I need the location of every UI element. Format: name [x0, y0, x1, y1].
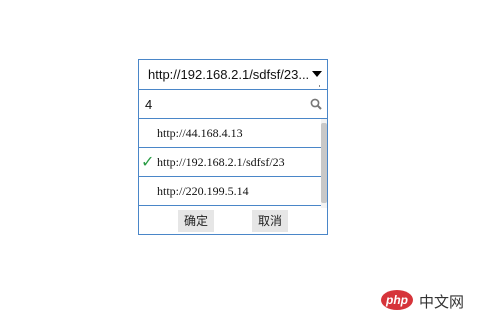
option-label: http://192.168.2.1/sdfsf/23	[157, 155, 285, 169]
option-label: http://220.199.5.14	[157, 184, 249, 198]
search-row	[139, 90, 327, 119]
select-header[interactable]: http://192.168.2.1/sdfsf/23...	[139, 60, 327, 90]
cancel-button[interactable]: 取消	[252, 210, 289, 232]
search-input[interactable]	[145, 95, 305, 113]
search-icon[interactable]	[310, 98, 322, 110]
options-list: http://44.168.4.13 ✓ http://192.168.2.1/…	[139, 119, 327, 208]
scrollbar-thumb[interactable]	[321, 123, 327, 203]
url-select-dropdown[interactable]: http://192.168.2.1/sdfsf/23... http://44…	[138, 59, 328, 235]
caret-dot-icon	[319, 85, 320, 87]
selected-value: http://192.168.2.1/sdfsf/23...	[148, 67, 310, 82]
checkmark-icon: ✓	[141, 152, 155, 171]
list-item[interactable]: http://44.168.4.13	[139, 119, 321, 148]
php-logo-icon: php	[381, 290, 413, 310]
dropdown-footer: 确定 取消	[139, 208, 327, 234]
confirm-button[interactable]: 确定	[178, 210, 215, 232]
list-item[interactable]: ✓ http://192.168.2.1/sdfsf/23	[139, 148, 321, 177]
option-label: http://44.168.4.13	[157, 126, 243, 140]
caret-down-icon[interactable]	[312, 71, 322, 77]
watermark-text: 中文网	[419, 293, 465, 311]
list-item[interactable]: http://220.199.5.14	[139, 177, 321, 206]
scrollbar-track[interactable]	[321, 119, 327, 208]
